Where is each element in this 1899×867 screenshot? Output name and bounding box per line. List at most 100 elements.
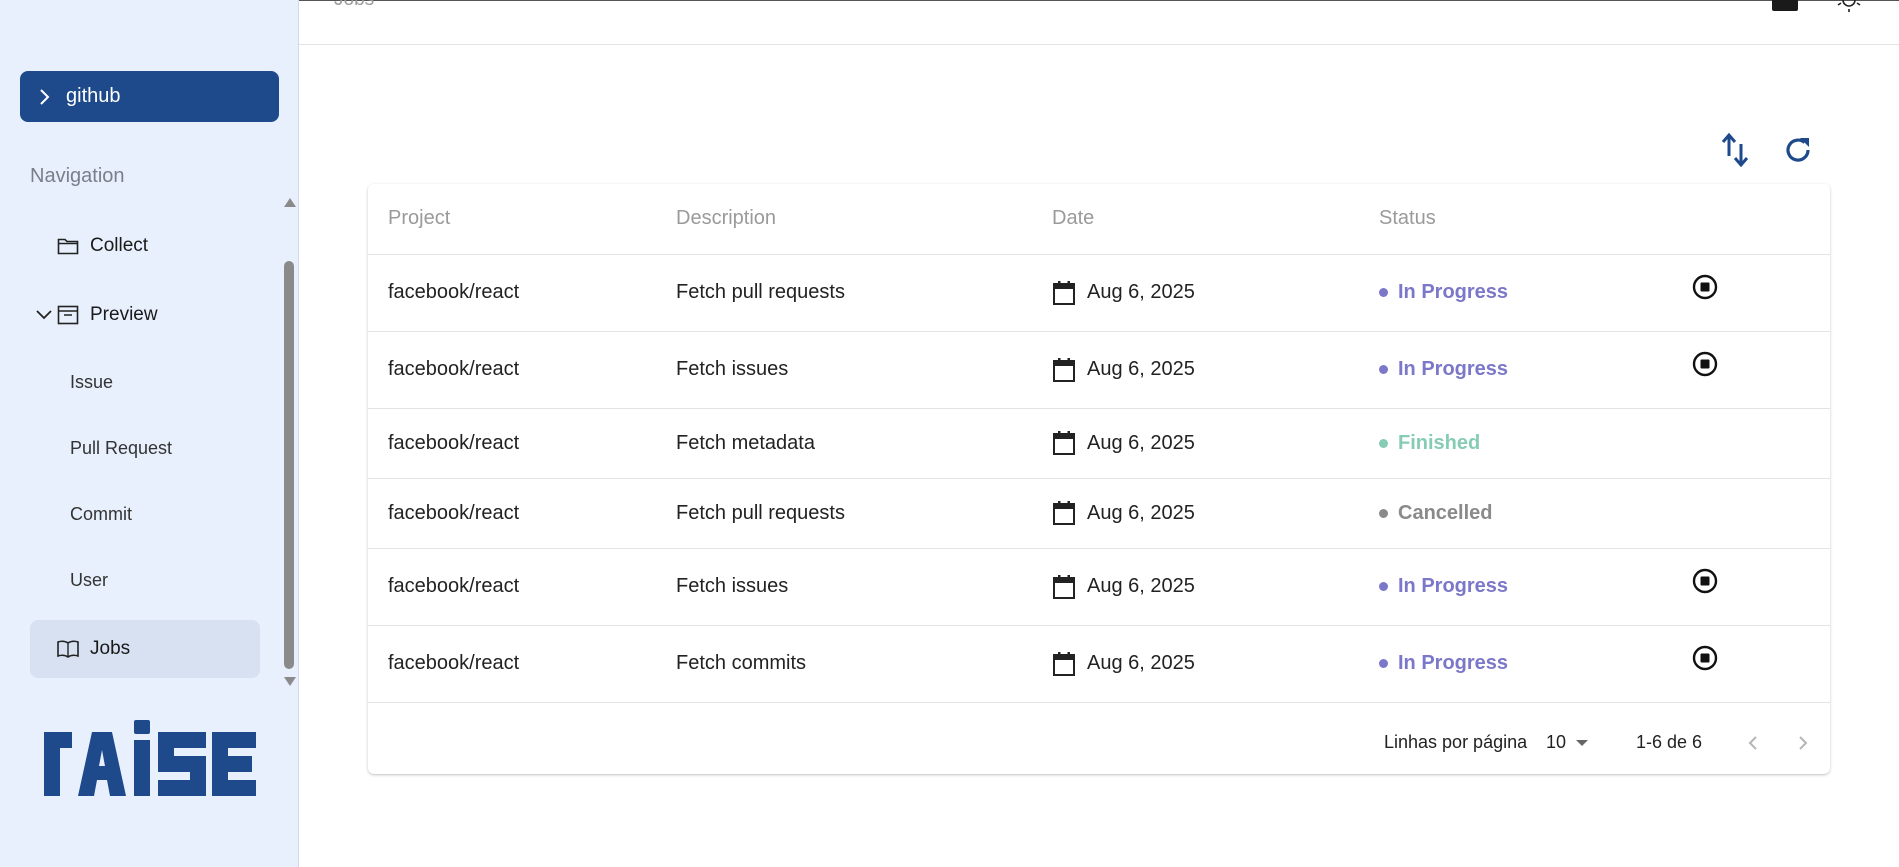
table-row[interactable]: facebook/react Fetch pull requests Aug 6, … [368, 254, 1830, 332]
table-row[interactable]: facebook/react Fetch commits Aug 6, 2025 In… [368, 625, 1830, 703]
column-header-actions [1682, 184, 1830, 255]
calendar-icon [1053, 280, 1075, 305]
sidebar-item-commit[interactable]: Commit [70, 504, 132, 525]
table-row[interactable]: facebook/react Fetch metadata Aug 6, 2025 F… [368, 408, 1830, 479]
description-cell: Fetch pull requests [676, 478, 1052, 549]
actions-cell [1682, 478, 1830, 549]
refresh-icon [1786, 138, 1810, 162]
sidebar-item-preview[interactable]: Preview [36, 303, 158, 327]
book-open-icon [56, 637, 80, 661]
rows-per-page-select[interactable]: 10 [1546, 732, 1589, 753]
status-badge: In Progress [1398, 281, 1509, 303]
status-cell: In Progress [1379, 625, 1682, 703]
sidebar-item-label: Preview [90, 304, 158, 325]
stop-job-icon[interactable] [1691, 273, 1719, 301]
scroll-up-arrow-icon[interactable] [284, 198, 296, 207]
table-row[interactable]: facebook/react Fetch pull requests Aug 6, … [368, 478, 1830, 549]
column-header-project[interactable]: Project [368, 184, 676, 255]
table-row[interactable]: facebook/react Fetch issues Aug 6, 2025 In … [368, 331, 1830, 409]
jobs-table: Project Description Date Status facebook… [368, 184, 1830, 703]
scroll-down-arrow-icon[interactable] [284, 677, 296, 686]
stop-job-icon[interactable] [1691, 350, 1719, 378]
scrollbar-thumb[interactable] [284, 261, 294, 669]
date-value: Aug 6, 2025 [1087, 652, 1195, 674]
nav-list: Collect Preview Issue Pull Request Commi… [20, 190, 275, 685]
status-dot-icon [1379, 288, 1388, 297]
calendar-icon [1053, 574, 1075, 599]
actions-cell [1682, 548, 1830, 626]
status-badge: In Progress [1398, 652, 1509, 674]
sidebar-item-label: Collect [90, 235, 149, 256]
project-cell: facebook/react [368, 625, 676, 703]
status-dot-icon [1379, 438, 1388, 448]
project-cell: facebook/react [368, 478, 676, 549]
raise-logo [44, 720, 256, 796]
jobs-table-card: Project Description Date Status facebook… [368, 184, 1830, 774]
pagination-footer: Linhas por página 10 1-6 de 6 [368, 710, 1830, 774]
status-badge: Cancelled [1398, 501, 1493, 524]
project-selector-button[interactable]: github [20, 71, 279, 122]
sidebar-item-jobs[interactable]: Jobs [30, 620, 260, 678]
sidebar-item-user[interactable]: User [70, 570, 108, 591]
actions-cell [1682, 331, 1830, 409]
status-dot-icon [1379, 508, 1388, 518]
column-header-description[interactable]: Description [676, 184, 1052, 255]
date-cell: Aug 6, 2025 [1052, 254, 1379, 332]
description-cell: Fetch issues [676, 331, 1052, 409]
description-cell: Fetch metadata [676, 408, 1052, 479]
column-header-status[interactable]: Status [1379, 184, 1682, 255]
page-title: Jobs [334, 0, 374, 11]
sort-button[interactable] [1715, 130, 1755, 170]
status-cell: In Progress [1379, 254, 1682, 332]
project-cell: facebook/react [368, 331, 676, 409]
actions-cell [1682, 254, 1830, 332]
calendar-icon [1053, 501, 1075, 525]
sidebar-item-label: Jobs [90, 638, 131, 659]
rows-per-page-label: Linhas por página [1384, 732, 1528, 752]
stop-job-icon[interactable] [1691, 644, 1719, 672]
date-cell: Aug 6, 2025 [1052, 625, 1379, 703]
sidebar-item-issue[interactable]: Issue [70, 372, 113, 393]
date-value: Aug 6, 2025 [1087, 575, 1195, 597]
column-header-date[interactable]: Date [1052, 184, 1379, 255]
date-cell: Aug 6, 2025 [1052, 548, 1379, 626]
project-cell: facebook/react [368, 548, 676, 626]
calendar-icon [1053, 357, 1075, 382]
status-dot-icon [1379, 659, 1388, 668]
table-row[interactable]: facebook/react Fetch issues Aug 6, 2025 In … [368, 548, 1830, 626]
account-icon[interactable] [1772, 0, 1798, 11]
pagination-range: 1-6 de 6 [1636, 732, 1703, 752]
dropdown-caret-icon [1576, 739, 1589, 746]
chevron-down-icon [36, 310, 52, 320]
status-cell: Cancelled [1379, 478, 1682, 549]
status-badge: Finished [1398, 431, 1481, 454]
swap-vertical-icon [1721, 132, 1749, 168]
date-cell: Aug 6, 2025 [1052, 331, 1379, 409]
calendar-icon [1053, 651, 1075, 676]
project-name: github [66, 85, 121, 107]
project-cell: facebook/react [368, 254, 676, 332]
status-dot-icon [1379, 365, 1388, 374]
description-cell: Fetch commits [676, 625, 1052, 703]
theme-toggle-sun-icon[interactable] [1835, 0, 1863, 13]
date-value: Aug 6, 2025 [1087, 431, 1195, 454]
archive-box-icon [56, 303, 80, 327]
table-header-row: Project Description Date Status [368, 184, 1830, 255]
sidebar-item-collect[interactable]: Collect [56, 234, 148, 258]
rows-per-page-value: 10 [1546, 732, 1567, 752]
description-cell: Fetch pull requests [676, 254, 1052, 332]
next-page-button[interactable] [1788, 728, 1818, 758]
nav-heading: Navigation [30, 165, 125, 187]
sidebar-scrollbar[interactable] [282, 193, 296, 691]
previous-page-button[interactable] [1738, 728, 1768, 758]
actions-cell [1682, 408, 1830, 479]
date-value: Aug 6, 2025 [1087, 281, 1195, 303]
chevron-right-icon [1799, 736, 1808, 750]
sidebar-item-pull-request[interactable]: Pull Request [70, 438, 172, 459]
status-cell: In Progress [1379, 548, 1682, 626]
date-value: Aug 6, 2025 [1087, 358, 1195, 380]
top-bar: Jobs [299, 0, 1899, 45]
project-cell: facebook/react [368, 408, 676, 479]
stop-job-icon[interactable] [1691, 567, 1719, 595]
refresh-button[interactable] [1778, 130, 1818, 170]
